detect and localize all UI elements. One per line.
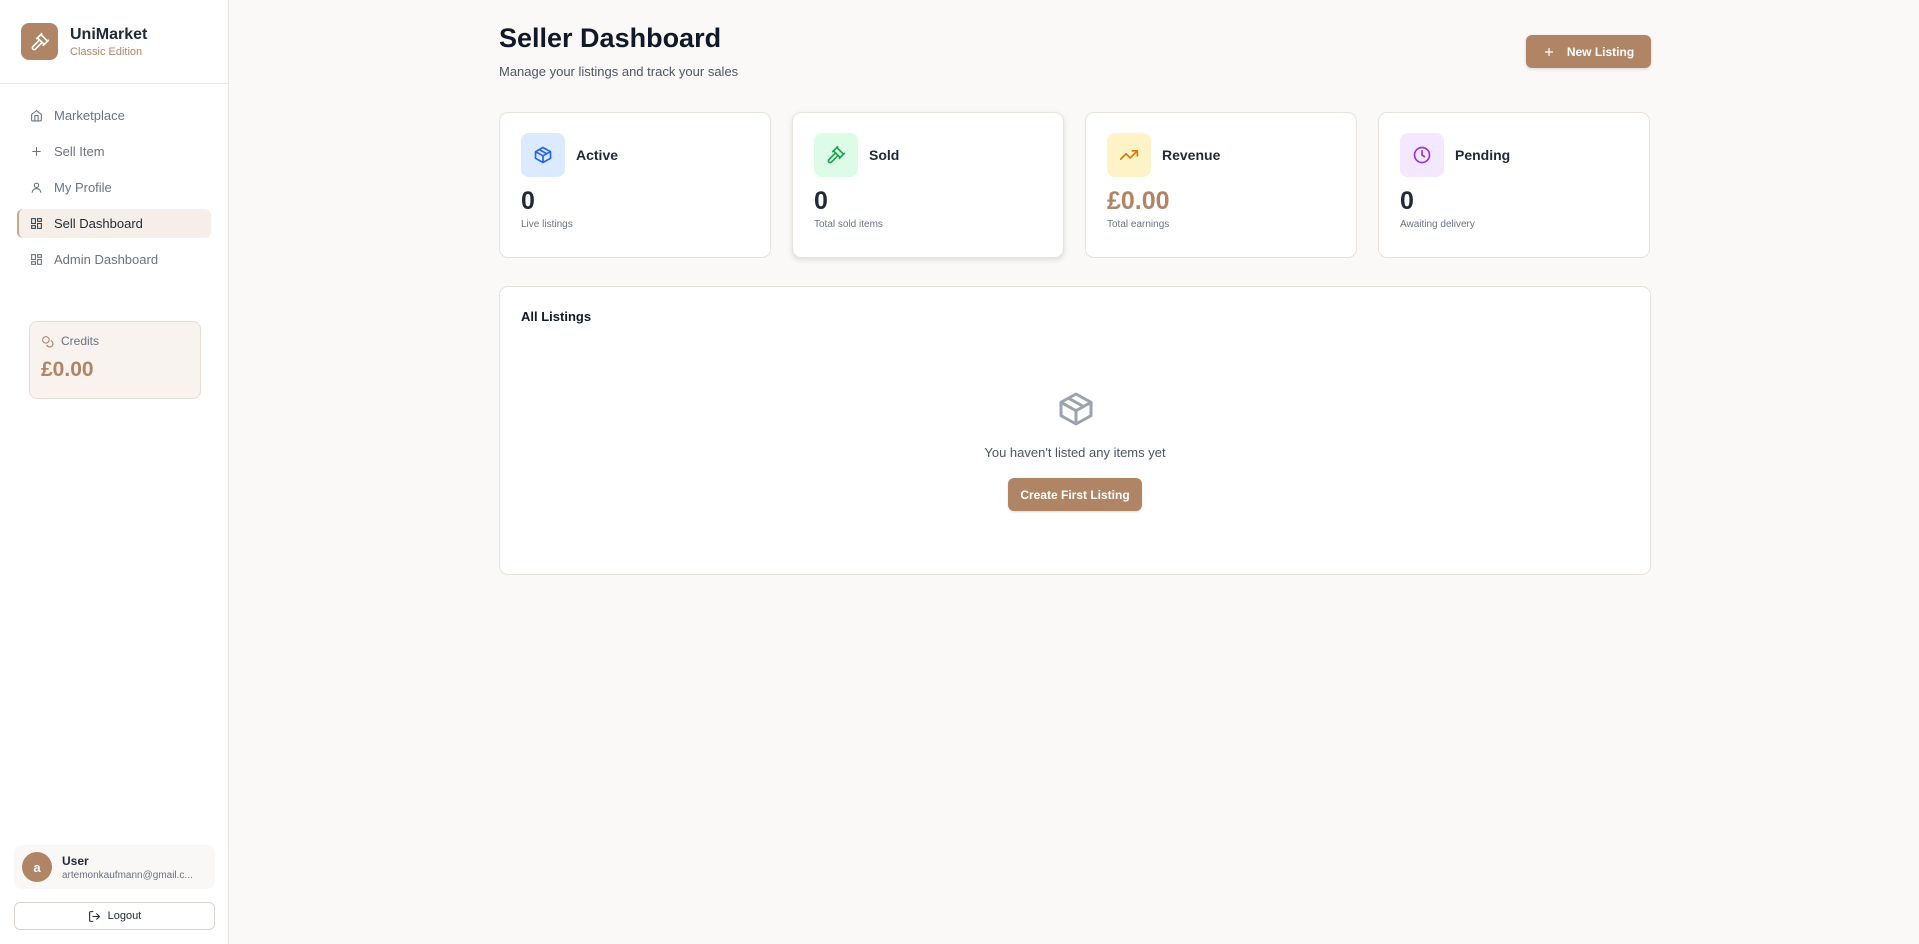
listings-title: All Listings: [521, 309, 592, 324]
sidebar-item-my-profile[interactable]: My Profile: [17, 173, 211, 202]
sidebar-item-sell-item[interactable]: Sell Item: [17, 137, 211, 166]
trending-up-icon: [1107, 133, 1151, 177]
stat-label: Revenue: [1162, 147, 1221, 163]
plus-icon: [1543, 46, 1555, 58]
logout-icon: [88, 910, 101, 923]
stat-card-sold: Sold 0 Total sold items: [792, 112, 1064, 258]
stat-card-pending: Pending 0 Awaiting delivery: [1378, 112, 1650, 258]
user-card[interactable]: a User artemonkaufmann@gmail.c...: [14, 845, 215, 889]
stat-card-active: Active 0 Live listings: [499, 112, 771, 258]
credits-value: £0.00: [41, 358, 94, 381]
empty-state-text: You haven't listed any items yet: [984, 445, 1166, 460]
package-icon: [1056, 388, 1096, 435]
stat-value: 0: [1400, 187, 1414, 215]
create-first-listing-button[interactable]: Create First Listing: [1008, 478, 1142, 511]
stat-label: Pending: [1455, 147, 1511, 163]
package-icon: [521, 133, 565, 177]
sidebar-item-admin-dashboard[interactable]: Admin Dashboard: [17, 245, 211, 274]
sidebar-item-label: Marketplace: [54, 108, 125, 123]
logout-button[interactable]: Logout: [14, 902, 215, 930]
listings-panel: All Listings You haven't listed any item…: [499, 286, 1651, 575]
dashboard-icon: [29, 253, 43, 267]
credits-card: Credits £0.00: [29, 321, 201, 399]
sidebar-item-sell-dashboard[interactable]: Sell Dashboard: [17, 209, 211, 238]
logout-label: Logout: [107, 910, 142, 922]
page-subtitle: Manage your listings and track your sale…: [499, 64, 739, 79]
stat-desc: Live listings: [521, 219, 573, 230]
gavel-icon: [21, 23, 58, 60]
credits-label: Credits: [61, 334, 100, 348]
user-name: User: [62, 853, 89, 868]
avatar: a: [22, 852, 52, 882]
clock-icon: [1400, 133, 1444, 177]
home-icon: [29, 109, 43, 123]
brand-header[interactable]: UniMarket Classic Edition: [0, 0, 228, 84]
brand-subtitle: Classic Edition: [70, 45, 143, 58]
gavel-icon: [814, 133, 858, 177]
coins-icon: [41, 335, 54, 348]
sidebar-item-label: Sell Dashboard: [54, 216, 143, 231]
new-listing-label: New Listing: [1566, 44, 1635, 59]
user-icon: [29, 181, 43, 195]
brand-name: UniMarket: [70, 25, 148, 43]
sidebar: UniMarket Classic Edition Marketplace Se…: [0, 0, 229, 944]
stat-desc: Total earnings: [1107, 219, 1170, 230]
stat-label: Sold: [869, 147, 900, 163]
stat-value: 0: [814, 187, 828, 215]
stat-desc: Total sold items: [814, 219, 883, 230]
sidebar-nav: Marketplace Sell Item My Profile Sell Da…: [0, 84, 228, 274]
stat-label: Active: [576, 147, 619, 163]
sidebar-item-marketplace[interactable]: Marketplace: [17, 101, 211, 130]
stat-card-revenue: Revenue £0.00 Total earnings: [1085, 112, 1357, 258]
sidebar-item-label: My Profile: [54, 180, 112, 195]
stat-desc: Awaiting delivery: [1400, 219, 1475, 230]
stat-value: 0: [521, 187, 535, 215]
dashboard-icon: [29, 217, 43, 231]
stat-value: £0.00: [1107, 187, 1170, 215]
user-email: artemonkaufmann@gmail.c...: [62, 869, 193, 881]
sidebar-item-label: Sell Item: [54, 144, 105, 159]
new-listing-button[interactable]: New Listing: [1526, 35, 1651, 68]
stats-row: Active 0 Live listings Sold 0 Total sold…: [499, 112, 1650, 258]
plus-icon: [29, 145, 43, 159]
page-title: Seller Dashboard: [499, 23, 722, 53]
sidebar-item-label: Admin Dashboard: [54, 252, 159, 267]
